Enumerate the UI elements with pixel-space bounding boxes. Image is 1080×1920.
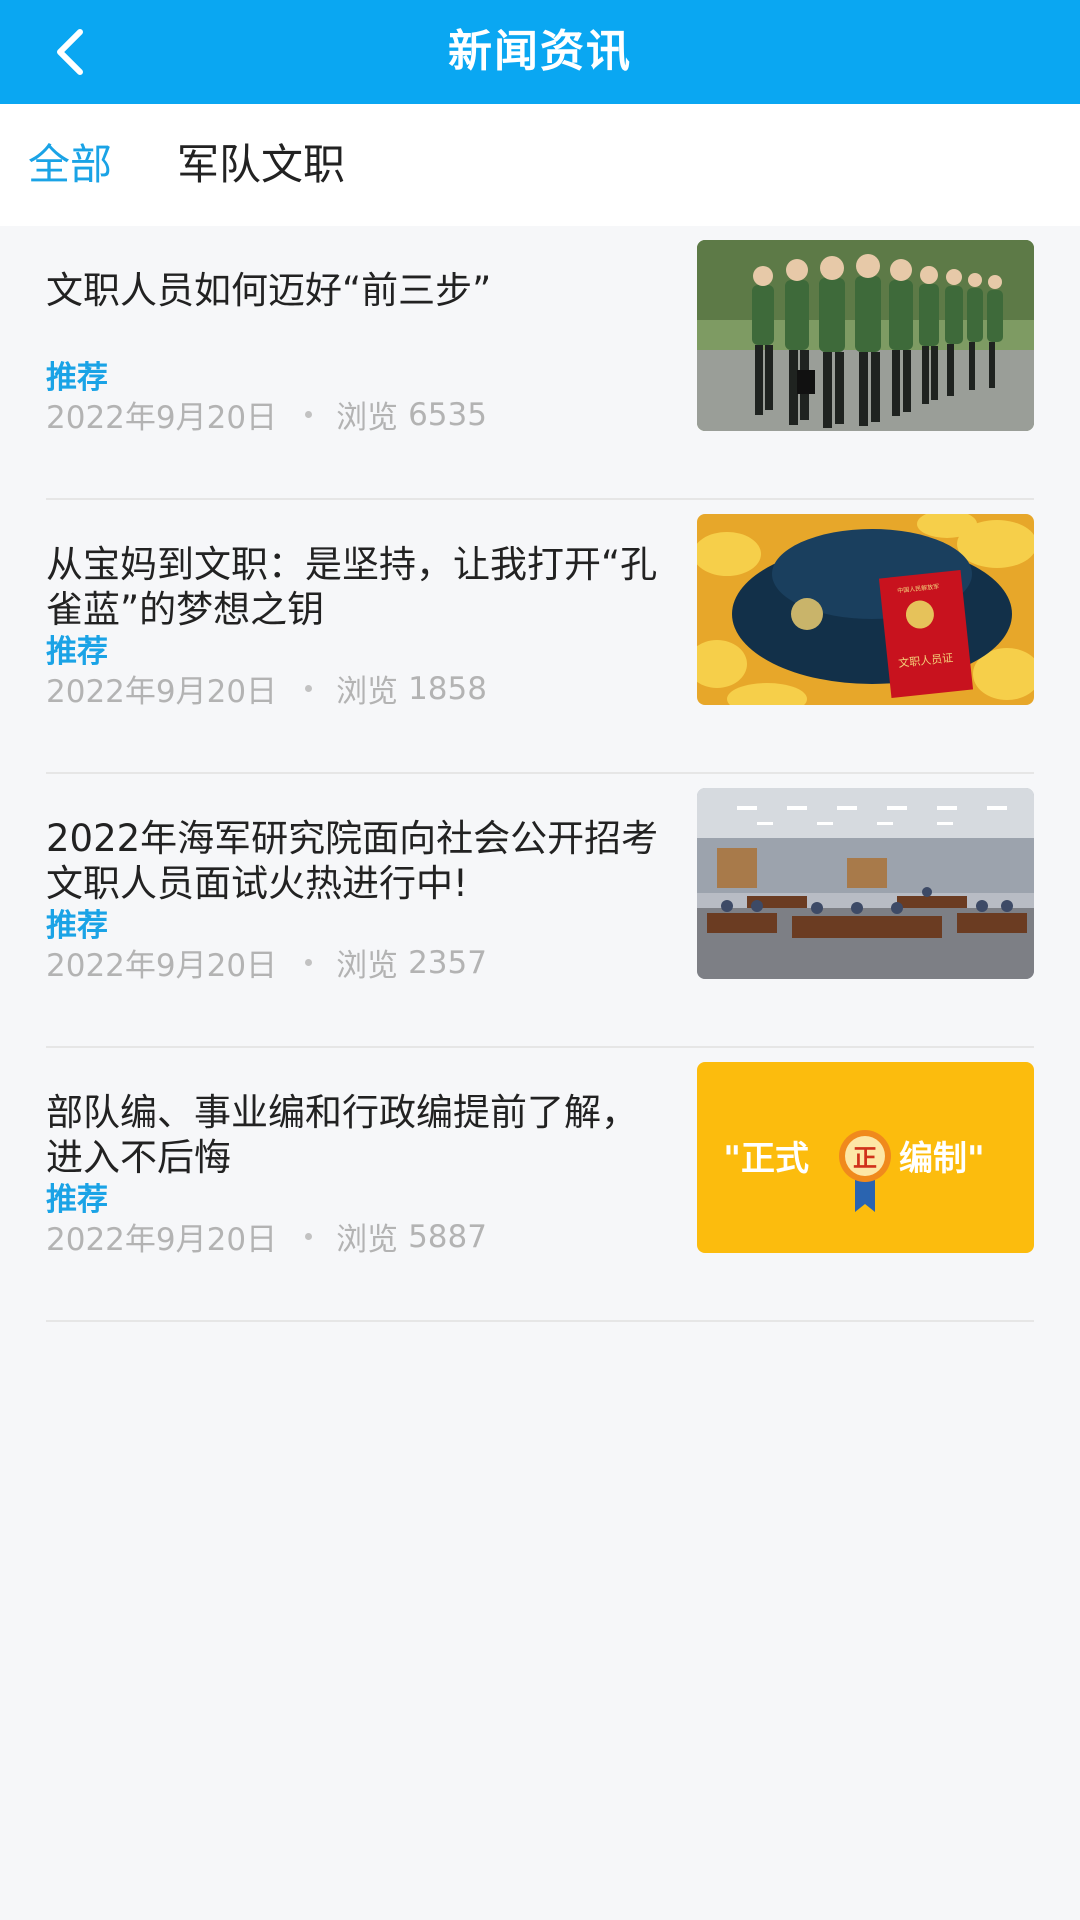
separator-dot (305, 685, 313, 692)
recommend-tag: 推荐 (46, 908, 108, 944)
views-label: 浏览 (336, 400, 399, 436)
cap-and-id-card-image: 文职人员证 中国人民解放军 (697, 514, 1034, 705)
app-header: 新闻资讯 (0, 0, 1080, 104)
news-title: 文职人员如何迈好“前三步” (46, 269, 492, 312)
official-staffing-banner-image: "正式 正 编制" (697, 1062, 1034, 1253)
news-item[interactable]: 部队编、事业编和行政编提前了解，进入不后悔 推荐 2022年9月20日 浏览 5… (46, 1048, 1034, 1322)
banner-text-right: 编制" (899, 1139, 985, 1179)
recommend-tag: 推荐 (46, 634, 108, 670)
banner-text-left: "正式 (723, 1139, 809, 1179)
news-date: 2022年9月20日 (46, 674, 278, 710)
marching-soldiers-image (697, 240, 1034, 431)
views-count: 6535 (408, 396, 487, 433)
news-title: 2022年海军研究院面向社会公开招考文职人员面试火热进行中! (46, 817, 659, 905)
news-title: 从宝妈到文职：是坚持，让我打开“孔雀蓝”的梦想之钥 (46, 543, 658, 631)
news-date: 2022年9月20日 (46, 1222, 278, 1258)
category-tabs: 全部 军队文职 (0, 104, 1080, 226)
news-title: 部队编、事业编和行政编提前了解，进入不后悔 (46, 1091, 638, 1179)
recommend-tag: 推荐 (46, 1182, 108, 1218)
views-count: 2357 (408, 944, 487, 981)
news-thumbnail: 文职人员证 中国人民解放军 (697, 514, 1034, 705)
views-count: 5887 (408, 1218, 487, 1255)
news-thumbnail (697, 240, 1034, 431)
separator-dot (305, 959, 313, 966)
news-thumbnail: "正式 正 编制" (697, 1062, 1034, 1253)
tab-all[interactable]: 全部 (28, 104, 112, 226)
news-meta: 2022年9月20日 浏览 2357 (46, 940, 487, 985)
news-date: 2022年9月20日 (46, 400, 278, 436)
tab-military-civilian[interactable]: 军队文职 (177, 104, 345, 226)
news-item[interactable]: 2022年海军研究院面向社会公开招考文职人员面试火热进行中! 推荐 2022年9… (46, 774, 1034, 1048)
news-meta: 2022年9月20日 浏览 1858 (46, 666, 487, 711)
badge-text: 正 (853, 1144, 877, 1172)
news-thumbnail (697, 788, 1034, 979)
news-item[interactable]: 文职人员如何迈好“前三步” 推荐 2022年9月20日 浏览 6535 (46, 226, 1034, 500)
views-label: 浏览 (336, 948, 399, 984)
news-meta: 2022年9月20日 浏览 5887 (46, 1214, 487, 1259)
news-date: 2022年9月20日 (46, 948, 278, 984)
page-title: 新闻资讯 (448, 26, 632, 77)
views-label: 浏览 (336, 1222, 399, 1258)
views-count: 1858 (408, 670, 487, 707)
news-meta: 2022年9月20日 浏览 6535 (46, 392, 487, 437)
separator-dot (305, 411, 313, 418)
recommend-tag: 推荐 (46, 360, 108, 396)
views-label: 浏览 (336, 674, 399, 710)
news-item[interactable]: 从宝妈到文职：是坚持，让我打开“孔雀蓝”的梦想之钥 推荐 2022年9月20日 … (46, 500, 1034, 774)
exam-hall-image (697, 788, 1034, 979)
separator-dot (305, 1233, 313, 1240)
